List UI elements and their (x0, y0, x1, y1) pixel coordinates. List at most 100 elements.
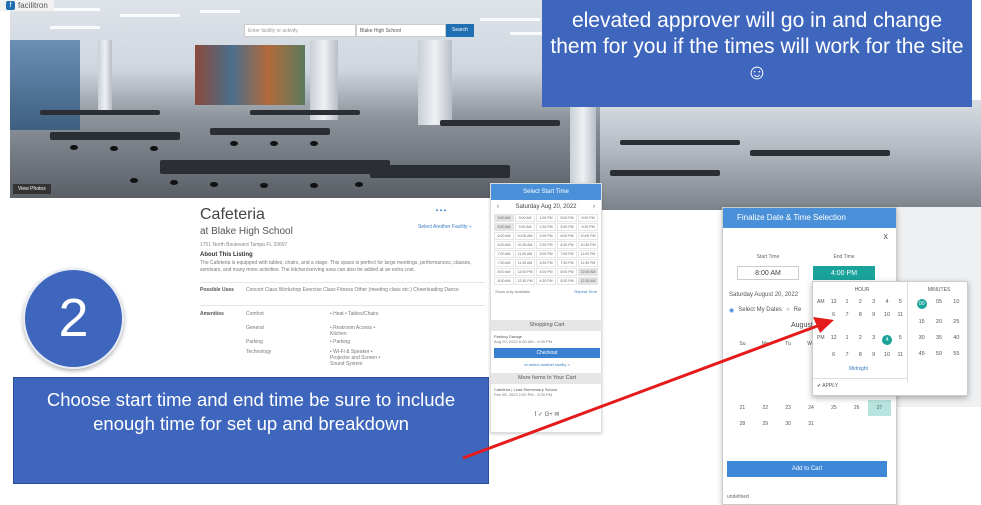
calendar-day[interactable]: 23 (777, 400, 800, 416)
facilitron-logo[interactable]: f facilitron (0, 0, 54, 11)
checkout-button[interactable]: Checkout (494, 348, 600, 358)
calendar-day[interactable] (731, 368, 754, 384)
time-slot[interactable]: 2:30 PM (536, 241, 556, 249)
time-slot[interactable]: 6:00 AM (494, 232, 514, 240)
show-available-checkbox[interactable]: Show only available (495, 289, 530, 294)
hour-option[interactable]: 12 (827, 335, 840, 345)
activity-search-input[interactable]: Enter facility or activity (244, 24, 356, 37)
calendar-day[interactable] (754, 352, 777, 368)
hour-option[interactable]: 6 (827, 312, 840, 318)
time-slot[interactable]: 10:30 PM (578, 241, 598, 249)
hour-option[interactable]: 7 (840, 312, 853, 318)
calendar-day[interactable]: 31 (800, 416, 823, 432)
calendar-day[interactable]: 25 (822, 400, 845, 416)
time-slot[interactable]: 9:30 PM (578, 223, 598, 231)
select-my-dates-radio[interactable]: Select My Dates (738, 307, 782, 314)
calendar-day[interactable] (777, 352, 800, 368)
close-icon[interactable]: X (883, 234, 888, 241)
time-slot[interactable]: 8:00 AM (494, 268, 514, 276)
calendar-day[interactable]: 24 (800, 400, 823, 416)
calendar-day[interactable] (845, 416, 868, 432)
end-time-button[interactable]: 4:00 PM (813, 266, 875, 280)
minute-option[interactable]: 10 (948, 299, 965, 309)
add-to-cart-button[interactable]: Add to Cart (727, 461, 887, 477)
repeat-radio[interactable]: Re (794, 307, 802, 314)
hour-option[interactable]: 4 (880, 299, 893, 305)
calendar-day[interactable]: 22 (754, 400, 777, 416)
time-slot[interactable]: 6:30 PM (557, 241, 577, 249)
minute-option[interactable]: 00 (913, 299, 930, 309)
time-slot[interactable]: 3:00 PM (536, 250, 556, 258)
minute-option[interactable]: 20 (930, 319, 947, 325)
minute-option[interactable]: 55 (948, 351, 965, 357)
prev-day-button[interactable]: ‹ (497, 204, 499, 210)
apply-button[interactable]: ✔ APPLY (817, 383, 838, 389)
repeat-time-link[interactable]: Repeat Time (574, 289, 597, 294)
time-slot[interactable]: 10:00 PM (578, 232, 598, 240)
time-slot[interactable]: 9:00 AM (515, 214, 535, 222)
time-slot[interactable]: 4:30 PM (536, 277, 556, 285)
time-slot[interactable]: 3:30 PM (536, 259, 556, 267)
time-slot[interactable]: 2:00 PM (536, 232, 556, 240)
time-slot[interactable]: 9:00 PM (578, 214, 598, 222)
hour-option[interactable]: 11 (894, 312, 907, 318)
minute-option[interactable]: 15 (913, 319, 930, 325)
hour-option[interactable]: 1 (840, 299, 853, 305)
calendar-day[interactable]: 28 (731, 416, 754, 432)
minute-option[interactable]: 35 (930, 335, 947, 341)
hour-option[interactable]: 5 (894, 299, 907, 305)
hour-option[interactable]: 5 (894, 335, 907, 345)
time-slot[interactable]: 11:00 AM (515, 250, 535, 258)
time-slot[interactable]: 12:00 AM (578, 268, 598, 276)
select-another-link[interactable]: or select another facility » (491, 362, 603, 367)
hour-option[interactable]: 7 (840, 352, 853, 358)
hour-option[interactable]: 12 (827, 299, 840, 305)
minute-option[interactable]: 40 (948, 335, 965, 341)
calendar-day[interactable]: 27 (868, 400, 891, 416)
minute-option[interactable]: 50 (930, 351, 947, 357)
hour-option[interactable]: 1 (840, 335, 853, 345)
calendar-day[interactable] (754, 384, 777, 400)
time-slot[interactable]: 5:00 PM (557, 214, 577, 222)
hour-option[interactable]: 2 (854, 335, 867, 345)
search-button[interactable]: Search (446, 24, 474, 37)
time-slot[interactable]: 8:00 PM (557, 268, 577, 276)
time-slot[interactable]: 8:30 PM (557, 277, 577, 285)
time-slot[interactable]: 6:00 PM (557, 232, 577, 240)
hour-option[interactable]: 6 (827, 352, 840, 358)
time-slot[interactable]: 10:00 AM (515, 232, 535, 240)
calendar-day[interactable]: 26 (845, 400, 868, 416)
time-slot[interactable]: 5:00 AM (494, 214, 514, 222)
time-slot[interactable]: 1:00 PM (536, 214, 556, 222)
calendar-day[interactable] (731, 352, 754, 368)
calendar-day[interactable]: 30 (777, 416, 800, 432)
minute-option[interactable]: 25 (948, 319, 965, 325)
time-slot[interactable]: 12:30 AM (578, 277, 598, 285)
minute-option[interactable]: 30 (913, 335, 930, 341)
hour-option[interactable]: 11 (894, 352, 907, 358)
start-time-button[interactable]: 8:00 AM (737, 266, 799, 280)
calendar-day[interactable] (777, 384, 800, 400)
hour-option[interactable]: 8 (854, 312, 867, 318)
time-slot[interactable]: 11:30 PM (578, 259, 598, 267)
time-slot[interactable]: 5:30 PM (557, 223, 577, 231)
hour-option[interactable]: 10 (880, 312, 893, 318)
hour-option[interactable]: 9 (867, 312, 880, 318)
time-slot[interactable]: 12:30 PM (515, 277, 535, 285)
time-slot[interactable]: 12:00 PM (515, 268, 535, 276)
hour-option[interactable]: 4 (880, 335, 893, 345)
calendar-day[interactable] (754, 368, 777, 384)
next-day-button[interactable]: › (593, 204, 595, 210)
hour-option[interactable]: 2 (854, 299, 867, 305)
time-slot[interactable]: 11:30 AM (515, 259, 535, 267)
view-photos-button[interactable]: View Photos (13, 184, 51, 194)
calendar-day[interactable]: 21 (731, 400, 754, 416)
calendar-day[interactable] (777, 368, 800, 384)
minute-option[interactable]: 45 (913, 351, 930, 357)
location-input[interactable]: Blake High School (356, 24, 446, 37)
hour-option[interactable]: 9 (867, 352, 880, 358)
time-slot[interactable]: 6:30 AM (494, 241, 514, 249)
hour-option[interactable]: 3 (867, 299, 880, 305)
hour-option[interactable]: 8 (854, 352, 867, 358)
calendar-day[interactable] (868, 416, 891, 432)
